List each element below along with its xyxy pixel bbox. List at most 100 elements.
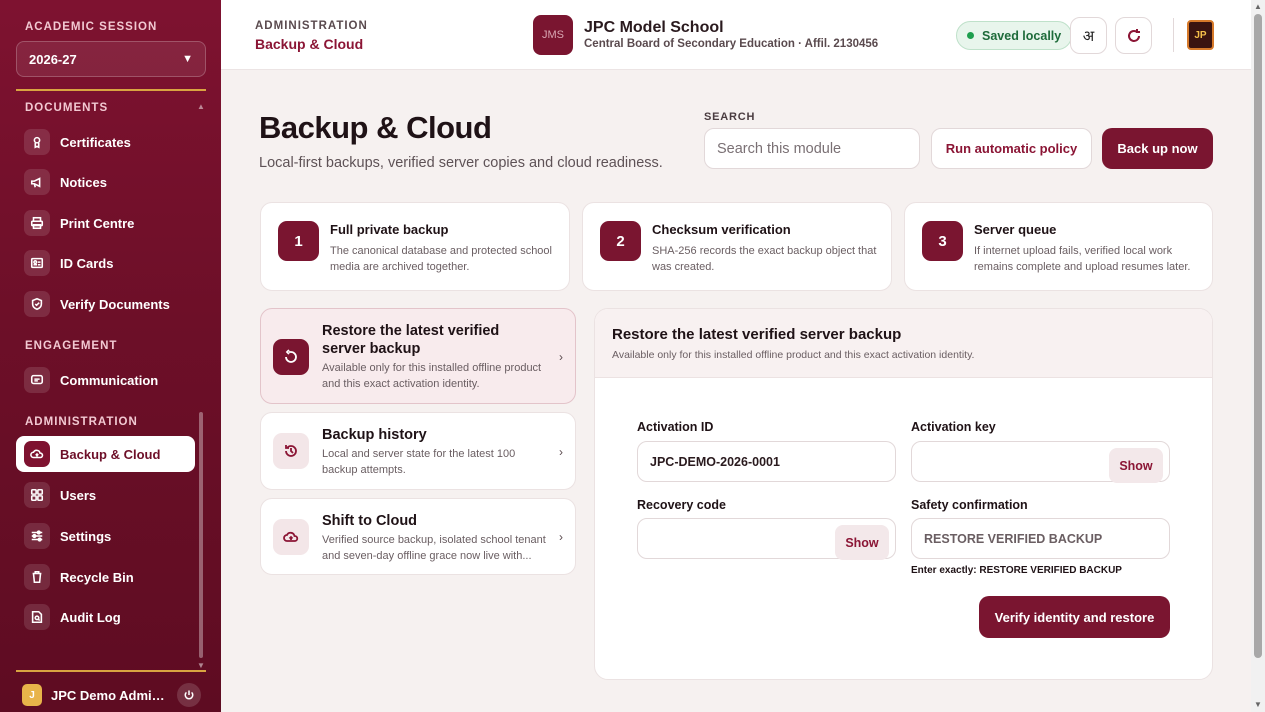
- sidebar-item-recycle-bin[interactable]: Recycle Bin: [16, 559, 195, 595]
- activation-key-field[interactable]: Show: [911, 441, 1170, 483]
- nav-card-title: Shift to Cloud: [322, 513, 418, 529]
- sidebar-item-label: Users: [60, 487, 97, 503]
- nav-card-description: Available only for this installed offlin…: [322, 362, 542, 390]
- cloud-upload-icon: [273, 519, 309, 555]
- session-value: 2026-27: [29, 51, 77, 67]
- nav-card-description: Verified source backup, isolated school …: [322, 534, 546, 562]
- breadcrumb-page: Backup & Cloud: [255, 36, 364, 52]
- safety-confirmation-placeholder: RESTORE VERIFIED BACKUP: [924, 531, 1103, 546]
- engagement-section-label: ENGAGEMENT: [25, 340, 118, 352]
- refresh-icon: [1127, 28, 1140, 42]
- sidebar-item-id-cards[interactable]: ID Cards: [16, 245, 195, 281]
- refresh-button[interactable]: [1115, 17, 1152, 54]
- divider: [16, 670, 206, 672]
- restore-panel: Restore the latest verified server backu…: [594, 308, 1213, 680]
- school-affiliation: Central Board of Secondary Education · A…: [584, 38, 879, 50]
- scrollbar-thumb[interactable]: [1254, 14, 1262, 658]
- sidebar-item-print-centre[interactable]: Print Centre: [16, 205, 195, 241]
- scroll-down-icon[interactable]: ▼: [1254, 700, 1262, 709]
- nav-card-title: Backup history: [322, 427, 427, 443]
- sidebar-item-audit-log[interactable]: Audit Log: [16, 599, 195, 635]
- brand-logo[interactable]: JP: [1187, 20, 1214, 50]
- scroll-down-icon[interactable]: ▼: [197, 661, 205, 670]
- nav-card-backup-history[interactable]: Backup history Local and server state fo…: [260, 412, 576, 490]
- activation-id-value: JPC-DEMO-2026-0001: [650, 454, 780, 469]
- administration-section-label: ADMINISTRATION: [25, 416, 138, 428]
- step-card: 2 Checksum verification SHA-256 records …: [582, 202, 892, 291]
- sidebar: ACADEMIC SESSION 2026-27 ▼ DOCUMENTS ▲ C…: [0, 0, 221, 712]
- academic-session-label: ACADEMIC SESSION: [25, 21, 158, 33]
- sidebar-item-backup-cloud[interactable]: Backup & Cloud: [16, 436, 195, 472]
- documents-section-label: DOCUMENTS: [25, 102, 109, 114]
- restore-icon: [273, 339, 309, 375]
- panel-title: Restore the latest verified server backu…: [612, 326, 902, 343]
- sidebar-item-label: Backup & Cloud: [60, 446, 161, 462]
- safety-confirmation-field[interactable]: RESTORE VERIFIED BACKUP: [911, 518, 1170, 559]
- printer-icon: [24, 210, 50, 236]
- safety-confirmation-label: Safety confirmation: [911, 498, 1028, 512]
- saved-status-badge: Saved locally: [956, 21, 1073, 50]
- step-card: 3 Server queue If internet upload fails,…: [904, 202, 1213, 291]
- sidebar-item-notices[interactable]: Notices: [16, 164, 195, 200]
- power-icon[interactable]: [177, 683, 201, 707]
- sidebar-item-label: Settings: [60, 528, 112, 544]
- step-number: 3: [922, 221, 963, 261]
- divider: [1173, 18, 1174, 52]
- sidebar-item-label: Certificates: [60, 134, 131, 150]
- school-name: JPC Model School: [584, 19, 724, 36]
- step-title: Checksum verification: [652, 222, 791, 237]
- sidebar-scrollbar[interactable]: [199, 412, 203, 658]
- trash-icon: [24, 564, 50, 590]
- avatar: J: [22, 684, 42, 706]
- chevron-right-icon: ›: [559, 350, 563, 364]
- log-search-icon: [24, 604, 50, 630]
- top-header: ADMINISTRATION Backup & Cloud JMS JPC Mo…: [221, 0, 1251, 70]
- show-recovery-code-button[interactable]: Show: [835, 525, 889, 560]
- sidebar-item-certificates[interactable]: Certificates: [16, 124, 195, 160]
- search-input[interactable]: [704, 128, 920, 169]
- recovery-code-field[interactable]: Show: [637, 518, 896, 560]
- page-title: Backup & Cloud: [259, 110, 492, 145]
- activation-key-label: Activation key: [911, 420, 996, 434]
- nav-card-shift-to-cloud[interactable]: Shift to Cloud Verified source backup, i…: [260, 498, 576, 575]
- nav-card-restore[interactable]: Restore the latest verified server backu…: [260, 308, 576, 404]
- page-scrollbar[interactable]: ▲ ▼: [1251, 0, 1265, 712]
- sidebar-item-label: ID Cards: [60, 255, 114, 271]
- panel-header: Restore the latest verified server backu…: [595, 309, 1212, 378]
- step-number: 1: [278, 221, 319, 261]
- chevron-right-icon: ›: [559, 445, 563, 459]
- nav-card-title: Restore the latest verified server backu…: [322, 323, 500, 357]
- recovery-code-label: Recovery code: [637, 498, 726, 512]
- page-subtitle: Local-first backups, verified server cop…: [259, 155, 663, 171]
- step-number: 2: [600, 221, 641, 261]
- scroll-up-icon[interactable]: ▲: [197, 102, 205, 111]
- step-card: 1 Full private backup The canonical data…: [260, 202, 570, 291]
- step-description: The canonical database and protected sch…: [330, 245, 552, 273]
- saved-status-text: Saved locally: [982, 28, 1062, 43]
- breadcrumb-section: ADMINISTRATION: [255, 20, 368, 32]
- scroll-up-icon[interactable]: ▲: [1254, 2, 1262, 11]
- sliders-icon: [24, 523, 50, 549]
- run-automatic-policy-button[interactable]: Run automatic policy: [931, 128, 1092, 169]
- sidebar-item-communication[interactable]: Communication: [16, 362, 195, 398]
- user-name: JPC Demo Administrator: [51, 687, 169, 703]
- panel-description: Available only for this installed offlin…: [612, 349, 975, 361]
- verify-and-restore-button[interactable]: Verify identity and restore: [979, 596, 1170, 638]
- sidebar-item-verify-documents[interactable]: Verify Documents: [16, 286, 195, 322]
- megaphone-icon: [24, 169, 50, 195]
- step-title: Server queue: [974, 222, 1057, 237]
- school-logo: JMS: [533, 15, 573, 55]
- user-profile[interactable]: J JPC Demo Administrator: [0, 678, 221, 712]
- activation-id-label: Activation ID: [637, 420, 714, 434]
- activation-id-field[interactable]: JPC-DEMO-2026-0001: [637, 441, 896, 482]
- show-activation-key-button[interactable]: Show: [1109, 448, 1163, 483]
- session-select[interactable]: 2026-27 ▼: [16, 41, 206, 77]
- back-up-now-button[interactable]: Back up now: [1102, 128, 1213, 169]
- sidebar-item-label: Recycle Bin: [60, 569, 134, 585]
- sidebar-item-users[interactable]: Users: [16, 477, 195, 513]
- certificate-icon: [24, 129, 50, 155]
- status-dot-icon: [967, 32, 974, 39]
- step-title: Full private backup: [330, 222, 449, 237]
- sidebar-item-settings[interactable]: Settings: [16, 518, 195, 554]
- language-toggle-button[interactable]: अ: [1070, 17, 1107, 54]
